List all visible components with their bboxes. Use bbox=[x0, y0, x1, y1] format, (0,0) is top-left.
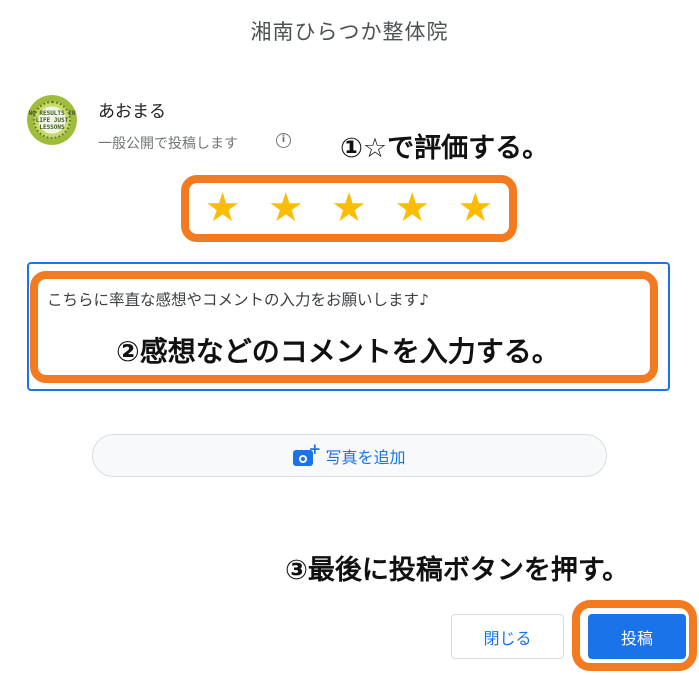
annotation-step2: ②感想などのコメントを入力する。 bbox=[116, 335, 560, 368]
star-icon-4[interactable]: ★ bbox=[394, 184, 430, 232]
add-photo-button[interactable]: + 写真を追加 bbox=[92, 434, 607, 477]
avatar-text: NO RESULTS IN LIFE JUST LESSONS bbox=[28, 110, 76, 131]
star-icon-3[interactable]: ★ bbox=[331, 184, 367, 232]
info-icon[interactable]: i bbox=[276, 133, 291, 148]
star-icon-2[interactable]: ★ bbox=[268, 184, 304, 232]
comment-placeholder: こちらに率直な感想やコメントの入力をお願いします♪ bbox=[47, 291, 429, 309]
star-icon-5[interactable]: ★ bbox=[457, 184, 493, 232]
avatar: NO RESULTS IN LIFE JUST LESSONS bbox=[27, 95, 77, 145]
user-name: あおまる bbox=[98, 102, 166, 122]
annotation-step3: ③最後に投稿ボタンを押す。 bbox=[285, 555, 630, 586]
visibility-note: 一般公開で投稿します bbox=[98, 136, 238, 152]
star-rating[interactable]: ★ ★ ★ ★ ★ bbox=[191, 184, 507, 232]
add-photo-label: 写真を追加 bbox=[325, 447, 406, 467]
star-icon-1[interactable]: ★ bbox=[205, 184, 241, 232]
annotation-step1: ①☆で評価する。 bbox=[340, 133, 550, 164]
post-button[interactable]: 投稿 bbox=[588, 614, 686, 659]
close-button[interactable]: 閉じる bbox=[451, 614, 564, 659]
add-photo-icon: + bbox=[293, 441, 321, 466]
dialog-title: 湘南ひらつか整体院 bbox=[250, 20, 449, 44]
